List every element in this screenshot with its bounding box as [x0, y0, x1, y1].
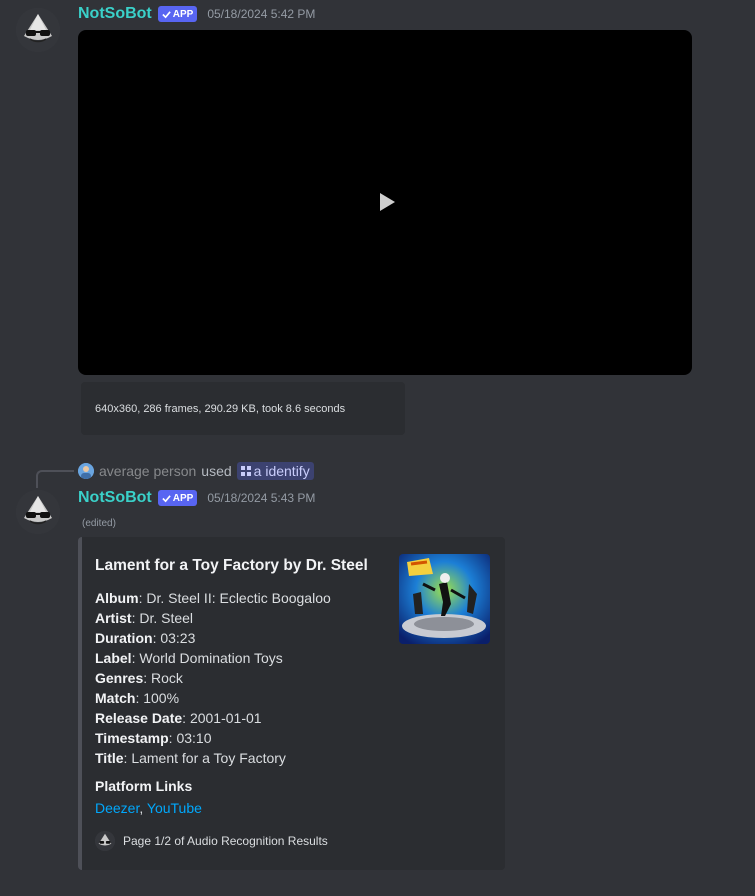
bot-avatar[interactable] — [16, 490, 60, 534]
attachment-stats: 640x360, 286 frames, 290.29 KB, took 8.6… — [95, 403, 346, 415]
play-icon[interactable] — [376, 191, 398, 213]
field-name: Title — [95, 750, 124, 766]
bot-footer-icon — [95, 831, 115, 851]
reply-used-text: used — [201, 463, 232, 479]
app-badge-label: APP — [172, 8, 194, 20]
field-name: Label — [95, 650, 132, 666]
bot-avatar[interactable] — [16, 8, 60, 52]
deezer-link[interactable]: Deezer — [95, 800, 139, 816]
platform-links-title: Platform Links — [95, 778, 193, 794]
embed-footer: Page 1/2 of Audio Recognition Results — [95, 831, 328, 851]
field-value: 2001-01-01 — [189, 710, 262, 726]
link-separator: , — [139, 800, 147, 816]
app-badge: APP — [157, 490, 198, 506]
reply-username[interactable]: average person — [99, 463, 196, 479]
embed-field: Match: 100% — [95, 690, 180, 706]
field-name: Release Date — [95, 710, 183, 726]
embed-field: Release Date: 2001-01-01 — [95, 710, 262, 726]
username[interactable]: NotSoBot — [78, 489, 152, 507]
footer-text: Page 1/2 of Audio Recognition Results — [123, 834, 328, 848]
youtube-link[interactable]: YouTube — [147, 800, 202, 816]
field-value: 03:23 — [160, 630, 196, 646]
slash-command-chip[interactable]: a identify — [236, 462, 314, 480]
edited-label: (edited) — [82, 518, 116, 529]
message-header: NotSoBot APP 05/18/2024 5:42 PM — [78, 5, 315, 23]
field-value: World Domination Toys — [139, 650, 283, 666]
command-icon — [240, 466, 251, 476]
embed-field: Artist: Dr. Steel — [95, 610, 194, 626]
field-value: Lament for a Toy Factory — [131, 750, 286, 766]
embed-field: Title: Lament for a Toy Factory — [95, 750, 286, 766]
command-name: a identify — [253, 463, 310, 479]
field-name: Match — [95, 690, 136, 706]
platform-links: Deezer, YouTube — [95, 800, 202, 816]
song-embed: Lament for a Toy Factory by Dr. Steel Al… — [78, 537, 505, 870]
attachment-stats-box: 640x360, 286 frames, 290.29 KB, took 8.6… — [81, 382, 405, 435]
field-name: Duration — [95, 630, 153, 646]
message-header: NotSoBot APP 05/18/2024 5:43 PM — [78, 489, 315, 507]
field-name: Timestamp — [95, 730, 169, 746]
username[interactable]: NotSoBot — [78, 5, 152, 23]
field-value: 100% — [143, 690, 180, 706]
album-cover-thumbnail[interactable] — [399, 554, 490, 644]
field-value: Rock — [151, 670, 183, 686]
field-value: 03:10 — [176, 730, 212, 746]
embed-field: Duration: 03:23 — [95, 630, 196, 646]
timestamp: 05/18/2024 5:42 PM — [207, 7, 316, 21]
app-badge-label: APP — [172, 492, 194, 504]
embed-field: Timestamp: 03:10 — [95, 730, 212, 746]
check-icon — [162, 10, 171, 18]
command-reply: average person used a identify — [78, 462, 314, 480]
timestamp: 05/18/2024 5:43 PM — [207, 491, 316, 505]
field-name: Album — [95, 590, 139, 606]
field-value: Dr. Steel II: Eclectic Boogaloo — [146, 590, 331, 606]
embed-field: Album: Dr. Steel II: Eclectic Boogaloo — [95, 590, 331, 606]
embed-field: Label: World Domination Toys — [95, 650, 283, 666]
field-name: Genres — [95, 670, 144, 686]
reply-avatar[interactable] — [78, 463, 94, 479]
embed-title: Lament for a Toy Factory by Dr. Steel — [95, 557, 368, 574]
app-badge: APP — [157, 6, 198, 22]
field-name: Artist — [95, 610, 132, 626]
reply-connector — [36, 470, 74, 488]
field-value: Dr. Steel — [139, 610, 194, 626]
check-icon — [162, 494, 171, 502]
embed-field: Genres: Rock — [95, 670, 183, 686]
